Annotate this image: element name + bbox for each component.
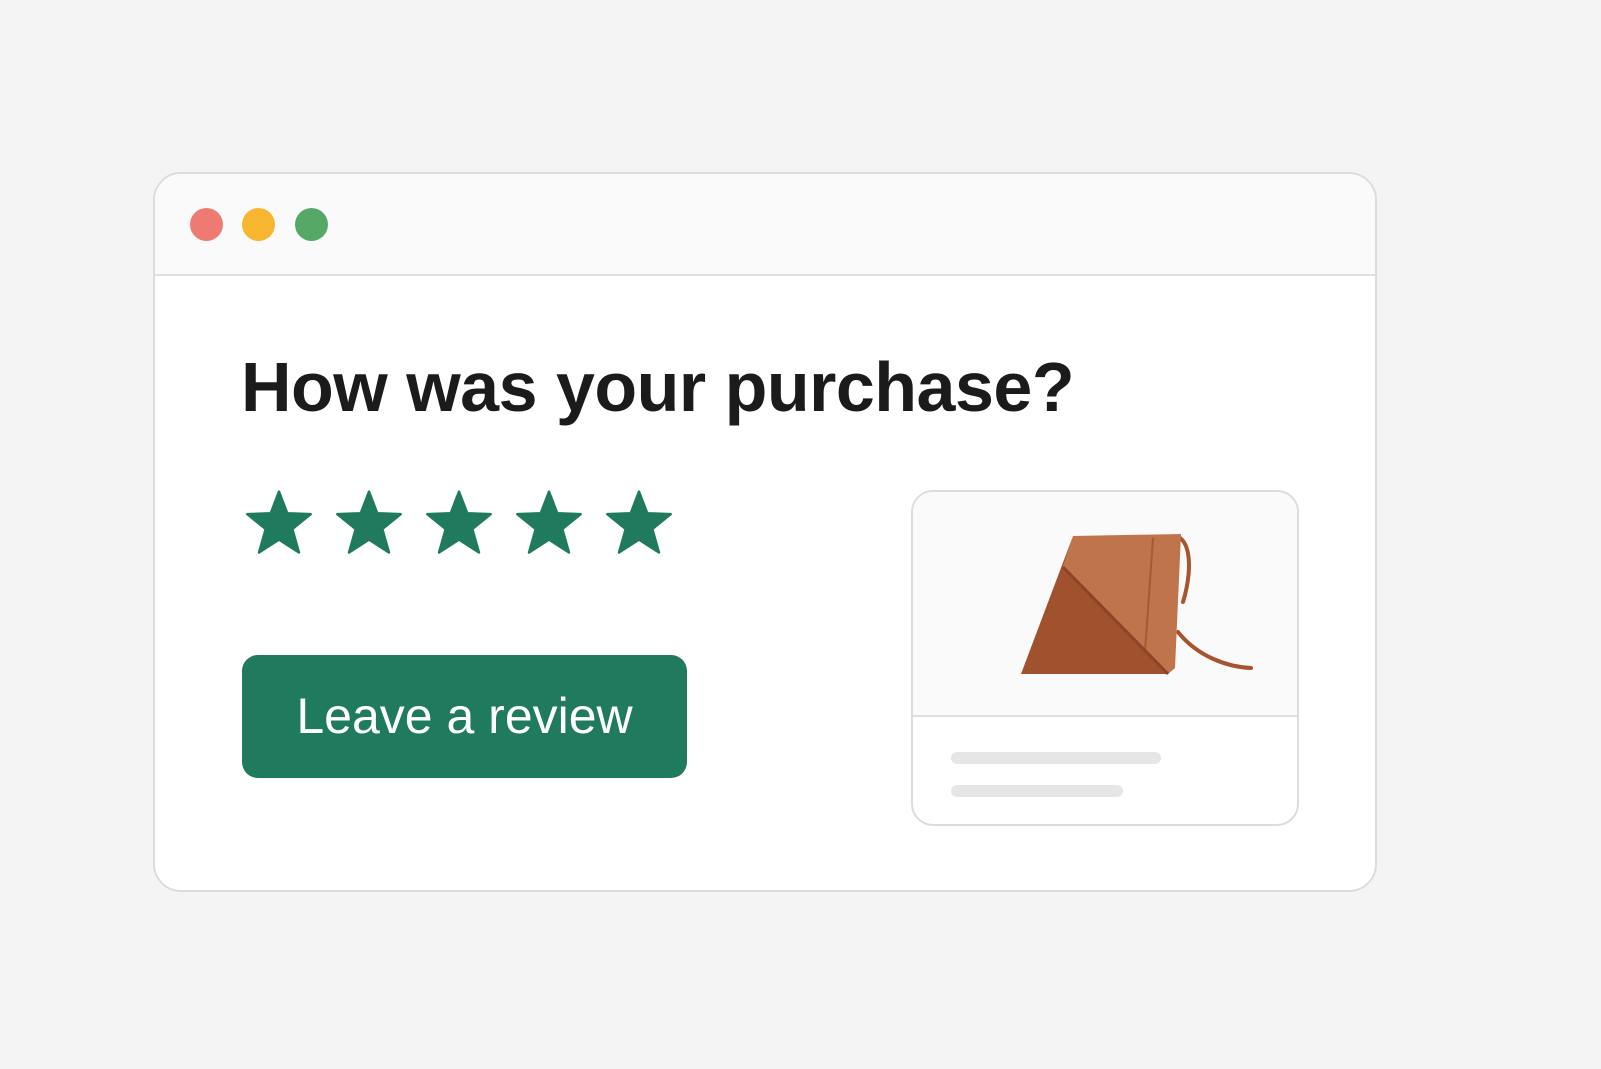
close-window-button[interactable]: [190, 208, 223, 241]
star-icon[interactable]: [601, 486, 677, 562]
window-titlebar: [155, 174, 1375, 276]
product-card[interactable]: [911, 490, 1299, 826]
review-heading: How was your purchase?: [241, 348, 1075, 426]
star-icon[interactable]: [241, 486, 317, 562]
maximize-window-button[interactable]: [295, 208, 328, 241]
minimize-window-button[interactable]: [242, 208, 275, 241]
product-subtitle-placeholder: [951, 785, 1123, 797]
product-image: [913, 492, 1297, 717]
leave-review-button[interactable]: Leave a review: [242, 655, 687, 778]
star-rating[interactable]: [241, 486, 677, 562]
browser-window: How was your purchase? Leave a review: [153, 172, 1377, 892]
star-icon[interactable]: [331, 486, 407, 562]
star-icon[interactable]: [421, 486, 497, 562]
leather-bag-icon: [1021, 534, 1253, 676]
star-icon[interactable]: [511, 486, 587, 562]
product-title-placeholder: [951, 752, 1161, 764]
bag-strap: [1169, 534, 1253, 670]
